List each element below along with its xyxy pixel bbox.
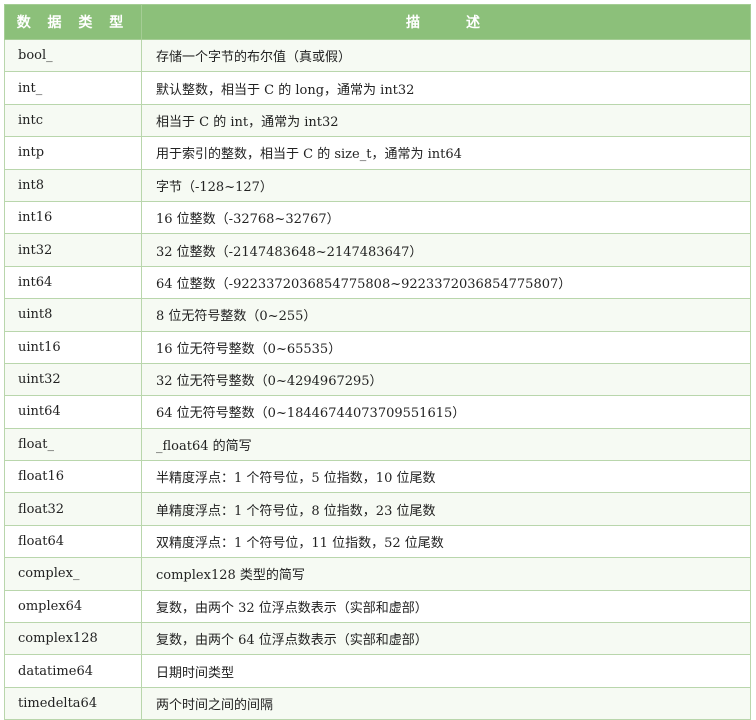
description-cell: 64 位整数（-9223372036854775808~922337203685… [141,265,751,300]
table-row: uint8 8 位无符号整数（0~255） [4,298,751,332]
table-row: complex128 复数，由两个 64 位浮点数表示（实部和虚部） [4,622,751,656]
table-row: complex_ complex128 类型的简写 [4,557,751,591]
type-cell: int8 [4,168,142,202]
type-cell: datatime64 [4,654,142,688]
description-cell: 32 位整数（-2147483648~2147483647） [141,233,751,267]
description-cell: 两个时间之间的间隔 [141,686,751,720]
description-cell: 16 位无符号整数（0~65535） [141,330,751,364]
table-row: uint32 32 位无符号整数（0~4294967295） [4,362,751,397]
type-cell: int_ [4,71,142,105]
type-cell: bool_ [4,38,142,73]
description-cell: 用于索引的整数，相当于 C 的 size_t，通常为 int64 [141,136,751,170]
type-cell: int16 [4,200,142,235]
table-row: float16 半精度浮点：1 个符号位，5 位指数，10 位尾数 [4,460,751,494]
header-row: 数 据 类 型 描 述 [4,4,751,40]
description-cell: 日期时间类型 [141,654,751,688]
type-cell: uint8 [4,298,142,332]
table-row: timedelta64 两个时间之间的间隔 [4,686,751,720]
description-cell: 复数，由两个 64 位浮点数表示（实部和虚部） [141,622,751,656]
type-cell: intc [4,103,142,138]
description-cell: 半精度浮点：1 个符号位，5 位指数，10 位尾数 [141,460,751,494]
type-cell: float16 [4,460,142,494]
type-cell: int64 [4,265,142,300]
description-cell: 字节（-128~127） [141,168,751,202]
description-cell: 8 位无符号整数（0~255） [141,298,751,332]
type-cell: float64 [4,524,142,559]
description-cell: 单精度浮点：1 个符号位，8 位指数，23 位尾数 [141,492,751,526]
table-row: float32 单精度浮点：1 个符号位，8 位指数，23 位尾数 [4,492,751,526]
header-data-type: 数 据 类 型 [4,4,142,40]
type-cell: uint32 [4,362,142,397]
table-row: int_ 默认整数，相当于 C 的 long，通常为 int32 [4,71,751,105]
type-cell: complex128 [4,622,142,656]
description-cell: 存储一个字节的布尔值（真或假） [141,38,751,73]
type-cell: float32 [4,492,142,526]
description-cell: 复数，由两个 32 位浮点数表示（实部和虚部） [141,589,751,624]
table-row: omplex64 复数，由两个 32 位浮点数表示（实部和虚部） [4,589,751,624]
data-types-table: 数 据 类 型 描 述 bool_ 存储一个字节的布尔值（真或假） int_ 默认整数… [4,4,751,720]
table-row: int32 32 位整数（-2147483648~2147483647） [4,233,751,267]
table-row: int64 64 位整数（-9223372036854775808~9223372… [4,265,751,300]
description-cell: 默认整数，相当于 C 的 long，通常为 int32 [141,71,751,105]
description-cell: _float64 的简写 [141,427,751,462]
table-row: uint16 16 位无符号整数（0~65535） [4,330,751,364]
table-row: datatime64 日期时间类型 [4,654,751,688]
table-row: float_ _float64 的简写 [4,427,751,462]
description-cell: complex128 类型的简写 [141,557,751,591]
description-cell: 64 位无符号整数（0~18446744073709551615） [141,395,751,429]
table-row: intc 相当于 C 的 int，通常为 int32 [4,103,751,138]
type-cell: complex_ [4,557,142,591]
description-cell: 16 位整数（-32768~32767） [141,200,751,235]
type-cell: uint16 [4,330,142,364]
description-cell: 32 位无符号整数（0~4294967295） [141,362,751,397]
description-cell: 双精度浮点：1 个符号位，11 位指数，52 位尾数 [141,524,751,559]
type-cell: intp [4,136,142,170]
table-row: bool_ 存储一个字节的布尔值（真或假） [4,38,751,73]
header-description: 描 述 [141,4,751,40]
table-row: intp 用于索引的整数，相当于 C 的 size_t，通常为 int64 [4,136,751,170]
table-row: uint64 64 位无符号整数（0~18446744073709551615） [4,395,751,429]
table-row: int16 16 位整数（-32768~32767） [4,200,751,235]
type-cell: timedelta64 [4,686,142,720]
type-cell: uint64 [4,395,142,429]
table-row: int8 字节（-128~127） [4,168,751,202]
table-row: float64 双精度浮点：1 个符号位，11 位指数，52 位尾数 [4,524,751,559]
description-cell: 相当于 C 的 int，通常为 int32 [141,103,751,138]
type-cell: int32 [4,233,142,267]
type-cell: omplex64 [4,589,142,624]
type-cell: float_ [4,427,142,462]
